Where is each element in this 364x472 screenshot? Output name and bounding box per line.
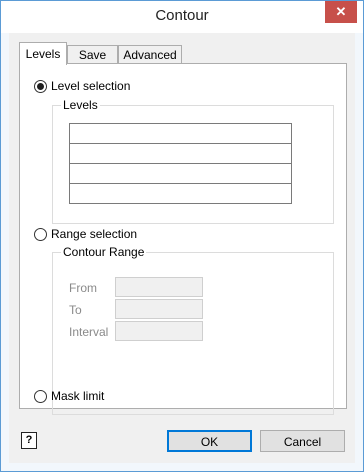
radio-unchecked-icon (34, 227, 47, 241)
to-label: To (69, 303, 82, 317)
tab-save[interactable]: Save (67, 45, 118, 64)
levels-grid-row[interactable] (70, 164, 291, 184)
title-bar: Contour ✕ (1, 1, 363, 33)
levels-group: Levels (52, 98, 334, 224)
levels-grid-row[interactable] (70, 144, 291, 164)
range-selection-label: Range selection (51, 227, 138, 241)
levels-grid[interactable] (69, 123, 292, 204)
window-title: Contour (155, 7, 209, 24)
range-selection-radio[interactable]: Range selection (34, 227, 137, 241)
interval-label: Interval (69, 325, 109, 339)
interval-field[interactable] (115, 321, 203, 341)
close-icon: ✕ (335, 4, 347, 19)
to-field[interactable] (115, 299, 203, 319)
help-icon[interactable]: ? (21, 432, 37, 449)
levels-tab-panel: Level selection Levels Range selection C… (19, 63, 347, 415)
contour-range-group-label: Contour Range (61, 245, 147, 259)
radio-unchecked-icon (34, 389, 47, 403)
mask-limit-radio[interactable]: Mask limit (34, 389, 104, 403)
from-label: From (69, 281, 97, 295)
mask-limit-label: Mask limit (51, 389, 105, 403)
close-button[interactable]: ✕ (325, 1, 357, 23)
from-field[interactable] (115, 277, 203, 297)
contour-dialog: Contour ✕ Levels Save Advanced Level sel… (0, 0, 364, 472)
ok-button[interactable]: OK (167, 430, 252, 452)
levels-grid-row[interactable] (70, 184, 291, 203)
dialog-body: Levels Save Advanced Level selection Lev… (9, 33, 355, 463)
tab-advanced[interactable]: Advanced (118, 45, 182, 64)
level-selection-radio[interactable]: Level selection (34, 79, 130, 93)
level-selection-label: Level selection (51, 79, 131, 93)
tab-levels[interactable]: Levels (19, 42, 67, 65)
radio-checked-icon (34, 79, 47, 93)
cancel-button[interactable]: Cancel (260, 430, 345, 452)
levels-grid-row[interactable] (70, 124, 291, 144)
levels-group-label: Levels (61, 98, 100, 112)
